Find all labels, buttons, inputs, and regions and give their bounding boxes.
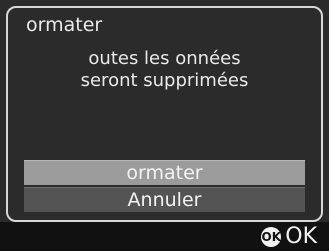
ok-label: OK: [285, 224, 317, 249]
menu-item-cancel[interactable]: Annuler: [24, 187, 305, 212]
dialog-title: ormater: [16, 10, 113, 40]
menu-item-format[interactable]: ormater: [24, 160, 305, 185]
dialog-message-line: seront supprimées: [80, 70, 249, 91]
camera-screen: ormater outes les onnées seront supprimé…: [0, 0, 329, 251]
ok-hint[interactable]: OK OK: [261, 224, 317, 250]
option-menu: ormater Annuler: [24, 160, 305, 214]
ok-icon: OK: [261, 227, 282, 247]
bottom-bar: OK OK: [0, 222, 329, 251]
dialog-message: outes les onnées seront supprimées: [20, 48, 309, 92]
dialog-message-line: outes les onnées: [88, 48, 241, 69]
